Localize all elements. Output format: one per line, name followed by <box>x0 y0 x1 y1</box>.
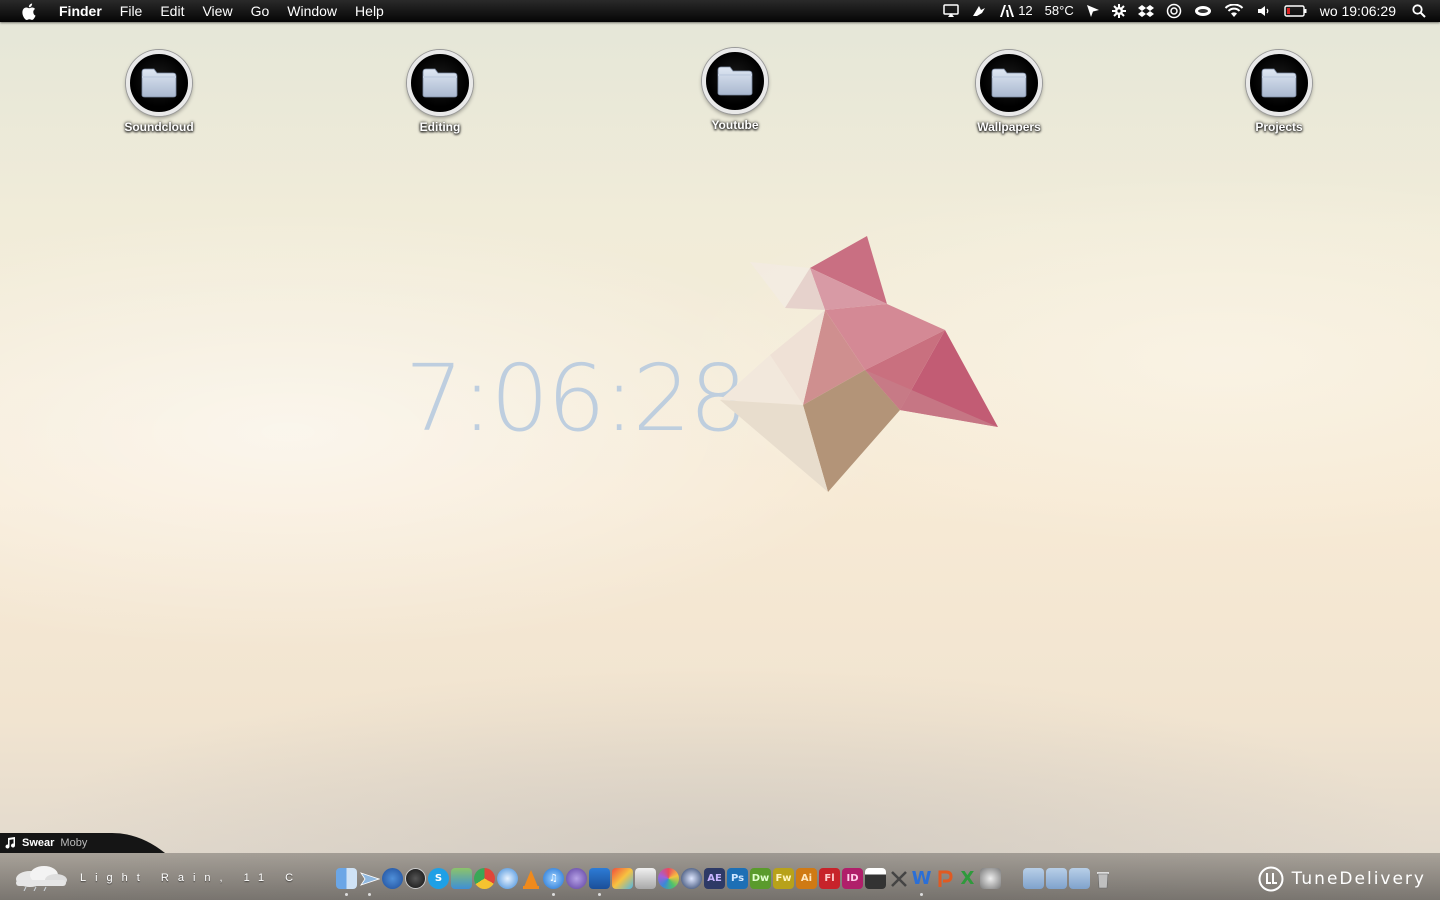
folder-label: Wallpapers <box>977 120 1041 134</box>
folder-label: Soundcloud <box>124 120 194 134</box>
track-artist: Moby <box>60 837 88 849</box>
dock-documents-folder-icon[interactable] <box>1046 868 1067 889</box>
now-playing-widget[interactable]: Swear Moby <box>0 833 175 853</box>
dock-tweetdeck-icon[interactable] <box>589 868 610 896</box>
volume-icon[interactable] <box>1250 4 1278 18</box>
desktop-clock-widget: 7:06:28 <box>405 345 748 452</box>
weather-widget: Light Rain, 11 C <box>10 865 302 891</box>
dock-cinema4d-icon[interactable] <box>681 868 702 889</box>
spotlight-search-icon[interactable] <box>1406 4 1440 18</box>
running-indicator <box>598 893 601 896</box>
dock-dashboard-icon[interactable] <box>405 868 426 889</box>
menu-go[interactable]: Go <box>242 0 279 22</box>
dock-trash-icon[interactable] <box>1092 868 1113 889</box>
running-indicator <box>552 893 555 896</box>
music-note-icon <box>5 837 16 849</box>
dropbox-icon[interactable] <box>1132 4 1160 18</box>
desktop-folder-projects[interactable]: Projects <box>1219 50 1339 134</box>
apple-menu-icon[interactable] <box>18 0 38 22</box>
folder-icon <box>702 48 768 114</box>
dock-fireworks-icon[interactable]: Fw <box>773 868 794 889</box>
menu-bar: Finder File Edit View Go Window Help 12 … <box>0 0 1440 22</box>
dock: S ♫ AE Ps Dw Fw Ai Fl ID W X <box>336 868 1115 896</box>
wallpaper-polygon-shape <box>720 236 998 492</box>
dock-flash-icon[interactable]: Fl <box>819 868 840 889</box>
running-indicator <box>920 893 923 896</box>
tunedelivery-logo-icon <box>1258 866 1284 892</box>
dock-illustrator-icon[interactable]: Ai <box>796 868 817 889</box>
dock-aftereffects-icon[interactable]: AE <box>704 868 725 889</box>
folder-icon <box>126 50 192 116</box>
dock-utility-icon[interactable] <box>888 868 909 889</box>
folder-label: Projects <box>1255 120 1303 134</box>
dock-vlc-icon[interactable] <box>520 868 541 889</box>
bird-icon[interactable] <box>965 4 993 18</box>
adobe-updates-status[interactable]: 12 <box>993 0 1038 22</box>
folder-icon <box>976 50 1042 116</box>
folder-icon <box>407 50 473 116</box>
dock-dreamweaver-icon[interactable]: Dw <box>750 868 771 889</box>
wifi-icon[interactable] <box>1218 4 1250 18</box>
aperture-icon[interactable] <box>1160 3 1188 19</box>
dock-mail-icon[interactable] <box>359 868 380 896</box>
menu-help[interactable]: Help <box>346 0 393 22</box>
menu-edit[interactable]: Edit <box>151 0 193 22</box>
eye-icon[interactable] <box>1188 4 1218 18</box>
weather-text: Light Rain, 11 C <box>80 872 303 884</box>
dock-indesign-icon[interactable]: ID <box>842 868 863 889</box>
dock-excel-icon[interactable]: X <box>957 868 978 889</box>
adobe-update-count: 12 <box>1018 3 1033 18</box>
desktop-folder-youtube[interactable]: Youtube <box>675 48 795 132</box>
menu-app-name[interactable]: Finder <box>50 0 111 22</box>
dock-photoshop-icon[interactable]: Ps <box>727 868 748 889</box>
rain-cloud-icon <box>16 866 67 891</box>
adobe-icon <box>1000 5 1015 17</box>
folder-icon <box>1246 50 1312 116</box>
folder-label: Editing <box>419 120 461 134</box>
dock-word-icon[interactable]: W <box>911 868 932 896</box>
running-indicator <box>368 893 371 896</box>
dock-color-icon[interactable] <box>658 868 679 889</box>
dock-spiral-icon[interactable] <box>566 868 587 889</box>
dock-finalcut-icon[interactable] <box>612 868 633 889</box>
temperature-status[interactable]: 58°C <box>1039 0 1080 22</box>
dock-powerpoint-icon[interactable] <box>934 868 955 889</box>
dock-chrome-icon[interactable] <box>474 868 495 889</box>
dock-photos-icon[interactable] <box>635 868 656 889</box>
desktop-folder-editing[interactable]: Editing <box>380 50 500 134</box>
menu-view[interactable]: View <box>193 0 241 22</box>
track-title: Swear <box>22 837 55 849</box>
menu-file[interactable]: File <box>111 0 152 22</box>
dock-itunes-icon[interactable]: ♫ <box>543 868 564 896</box>
gear-icon[interactable] <box>1106 4 1132 18</box>
dock-clapper-icon[interactable] <box>865 868 886 889</box>
dock-skype-icon[interactable]: S <box>428 868 449 889</box>
battery-icon[interactable] <box>1278 4 1314 18</box>
dock-downloads-folder-icon[interactable] <box>1069 868 1090 889</box>
cursor-icon[interactable] <box>1080 4 1106 18</box>
desktop-folder-wallpapers[interactable]: Wallpapers <box>949 50 1069 134</box>
folder-label: Youtube <box>711 118 759 132</box>
running-indicator <box>345 893 348 896</box>
dock-safari-icon[interactable] <box>497 868 518 889</box>
dock-browser-icon[interactable] <box>382 868 403 889</box>
bottom-bar: Light Rain, 11 C S ♫ AE Ps Dw Fw Ai Fl I… <box>0 853 1440 900</box>
datetime-clock[interactable]: wo 19:06:29 <box>1314 0 1406 22</box>
dock-applications-folder-icon[interactable] <box>1023 868 1044 889</box>
dock-system-preferences-icon[interactable] <box>980 868 1001 889</box>
dock-finder-icon[interactable] <box>336 868 357 896</box>
desktop-folder-soundcloud[interactable]: Soundcloud <box>99 50 219 134</box>
airplay-icon[interactable] <box>937 4 965 18</box>
brand-logo: TuneDelivery <box>1258 866 1426 892</box>
brand-name: TuneDelivery <box>1291 869 1426 889</box>
dock-network-icon[interactable] <box>451 868 472 889</box>
menu-window[interactable]: Window <box>278 0 346 22</box>
